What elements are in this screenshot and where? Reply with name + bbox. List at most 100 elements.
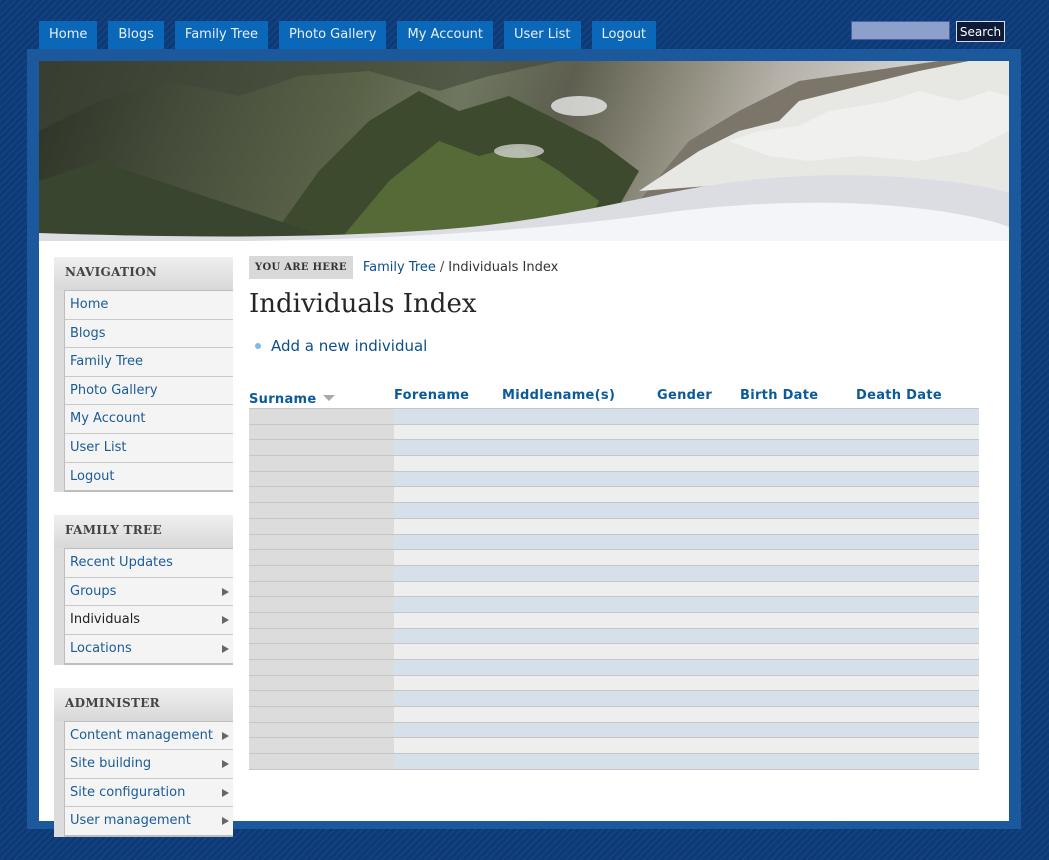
table-cell [394, 549, 502, 566]
table-cell [740, 706, 856, 723]
table-cell [502, 628, 657, 644]
header-banner-image [39, 61, 1009, 241]
breadcrumb-current: Individuals Index [448, 260, 559, 275]
expand-arrow-icon [222, 644, 229, 653]
tab-logout[interactable]: Logout [591, 21, 657, 49]
expand-arrow-icon [222, 788, 229, 797]
tab-my-account[interactable]: My Account [397, 21, 494, 49]
expand-arrow-icon [222, 587, 229, 596]
left-sidebar: NAVIGATION Home Blogs Family Tree Photo … [54, 257, 233, 860]
table-cell [856, 628, 979, 644]
column-header-middlenames[interactable]: Middlename(s) [502, 379, 657, 409]
table-cell [394, 737, 502, 754]
table-cell [394, 408, 502, 425]
table-row [249, 612, 979, 629]
table-cell [502, 706, 657, 723]
table-cell [740, 753, 856, 770]
table-cell [856, 518, 979, 534]
table-cell [856, 596, 979, 613]
table-row [249, 581, 979, 597]
table-row [249, 455, 979, 472]
table-cell [394, 753, 502, 770]
table-cell [657, 722, 740, 738]
sidebar-item-user-list[interactable]: User List [65, 434, 233, 463]
table-cell [394, 675, 502, 691]
table-row [249, 596, 979, 613]
sort-descending-icon [322, 395, 335, 401]
administer-menu: Content management Site building Site co… [64, 720, 233, 837]
table-row [249, 502, 979, 519]
table-cell [740, 408, 856, 425]
table-cell [740, 690, 856, 707]
search-input[interactable] [851, 21, 950, 40]
table-cell [249, 753, 394, 770]
tab-user-list[interactable]: User List [504, 21, 581, 49]
tab-family-tree[interactable]: Family Tree [174, 21, 268, 49]
table-cell [740, 471, 856, 487]
table-cell [657, 439, 740, 456]
table-cell [856, 643, 979, 660]
table-row [249, 565, 979, 582]
expand-arrow-icon [222, 616, 229, 625]
table-row [249, 659, 979, 676]
table-row [249, 753, 979, 770]
table-cell [657, 534, 740, 550]
sidebar-item-content-management[interactable]: Content management [65, 722, 233, 751]
navigation-block-title: NAVIGATION [54, 257, 233, 290]
sidebar-item-my-account[interactable]: My Account [65, 405, 233, 434]
table-cell [502, 424, 657, 440]
table-cell [740, 659, 856, 676]
sidebar-item-user-management[interactable]: User management [65, 807, 233, 836]
sidebar-item-locations[interactable]: Locations [65, 635, 233, 664]
sidebar-item-family-tree[interactable]: Family Tree [65, 348, 233, 377]
sidebar-item-site-building[interactable]: Site building [65, 750, 233, 779]
sidebar-item-home[interactable]: Home [65, 291, 233, 320]
table-cell [249, 706, 394, 723]
table-cell [249, 424, 394, 440]
search-button[interactable]: Search [956, 21, 1005, 42]
breadcrumb-link-family-tree[interactable]: Family Tree [363, 260, 436, 275]
table-row [249, 706, 979, 723]
column-header-surname[interactable]: Surname [249, 379, 394, 409]
sidebar-item-individuals[interactable]: Individuals [65, 606, 233, 635]
table-cell [657, 581, 740, 597]
table-cell [856, 534, 979, 550]
table-cell [502, 486, 657, 503]
table-cell [740, 596, 856, 613]
table-row [249, 424, 979, 440]
sidebar-item-groups[interactable]: Groups [65, 578, 233, 607]
table-cell [249, 596, 394, 613]
table-cell [502, 643, 657, 660]
tab-photo-gallery[interactable]: Photo Gallery [278, 21, 387, 49]
table-row [249, 675, 979, 691]
table-cell [657, 486, 740, 503]
table-cell [740, 549, 856, 566]
table-cell [657, 643, 740, 660]
sidebar-item-blogs[interactable]: Blogs [65, 320, 233, 349]
sidebar-item-recent-updates[interactable]: Recent Updates [65, 549, 233, 578]
table-cell [856, 455, 979, 472]
tab-blogs[interactable]: Blogs [108, 21, 164, 49]
page-title: Individuals Index [249, 289, 477, 319]
column-header-gender[interactable]: Gender [657, 379, 740, 409]
breadcrumb-separator: / [439, 260, 445, 275]
column-header-death-date[interactable]: Death Date [856, 379, 979, 409]
sidebar-item-site-configuration[interactable]: Site configuration [65, 779, 233, 808]
sidebar-item-photo-gallery[interactable]: Photo Gallery [65, 377, 233, 406]
table-cell [740, 518, 856, 534]
column-header-forename[interactable]: Forename [394, 379, 502, 409]
table-cell [249, 643, 394, 660]
column-header-birth-date[interactable]: Birth Date [740, 379, 856, 409]
table-cell [502, 518, 657, 534]
table-row [249, 643, 979, 660]
table-cell [502, 675, 657, 691]
table-cell [740, 455, 856, 472]
table-cell [740, 675, 856, 691]
table-cell [740, 534, 856, 550]
sidebar-item-logout[interactable]: Logout [65, 463, 233, 492]
tab-home[interactable]: Home [39, 21, 98, 49]
navigation-menu: Home Blogs Family Tree Photo Gallery My … [64, 290, 233, 493]
table-cell [394, 581, 502, 597]
table-row [249, 549, 979, 566]
add-individual-link[interactable]: Add a new individual [271, 337, 427, 355]
